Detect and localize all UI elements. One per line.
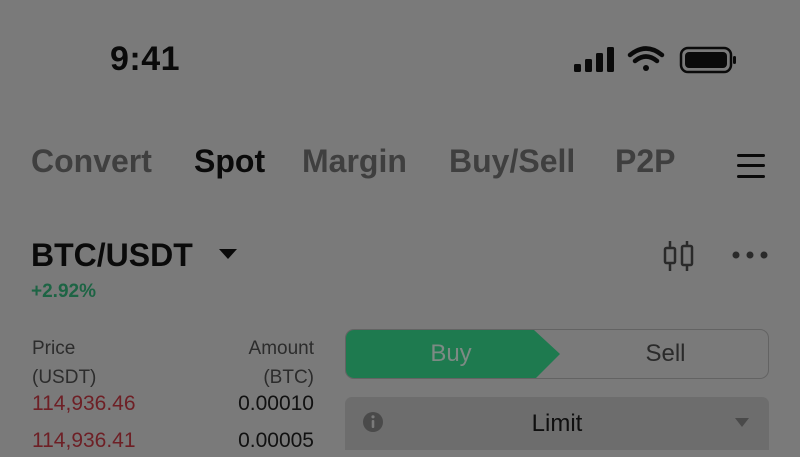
price-change: +2.92% (31, 281, 96, 302)
chevron-down-icon (735, 418, 749, 427)
battery-icon (679, 46, 736, 74)
hamburger-menu-icon[interactable] (737, 152, 765, 180)
trade-nav: Convert Spot Margin Buy/Sell P2P (31, 143, 771, 189)
sell-tab[interactable]: Sell (561, 330, 768, 378)
buy-sell-toggle: Buy Sell (345, 329, 769, 379)
tab-p2p[interactable]: P2P (615, 143, 675, 180)
order-type-label: Limit (531, 410, 583, 437)
order-type-select[interactable]: Limit (345, 397, 769, 450)
tab-convert[interactable]: Convert (31, 143, 152, 180)
amount-header-unit: (BTC) (263, 367, 314, 388)
amount-header-label: Amount (248, 338, 314, 359)
tab-buy-sell[interactable]: Buy/Sell (449, 143, 575, 180)
status-icons (574, 46, 736, 74)
price-header-unit: (USDT) (32, 367, 97, 388)
cellular-signal-icon (574, 47, 614, 72)
more-icon[interactable] (731, 248, 769, 262)
ask-price: 114,936.41 (32, 429, 136, 452)
status-time: 9:41 (110, 40, 181, 78)
ask-amount: 0.00005 (238, 429, 314, 452)
price-column-header: Price (USDT) (32, 334, 96, 392)
amount-column-header: Amount (BTC) (200, 334, 314, 392)
order-book-row[interactable]: 114,936.41 0.00005 (32, 429, 314, 457)
ask-amount: 0.00010 (238, 392, 314, 415)
trading-pair[interactable]: BTC/USDT (31, 237, 193, 274)
tab-margin[interactable]: Margin (302, 143, 407, 180)
candlestick-icon[interactable] (662, 240, 696, 272)
order-book-row[interactable]: 114,936.46 0.00010 (32, 392, 314, 420)
price-header-label: Price (32, 338, 76, 359)
wifi-icon (627, 46, 665, 71)
buy-tab[interactable]: Buy (346, 330, 556, 378)
tab-spot[interactable]: Spot (194, 143, 265, 180)
ask-price: 114,936.46 (32, 392, 136, 415)
caret-down-icon[interactable] (218, 247, 238, 261)
